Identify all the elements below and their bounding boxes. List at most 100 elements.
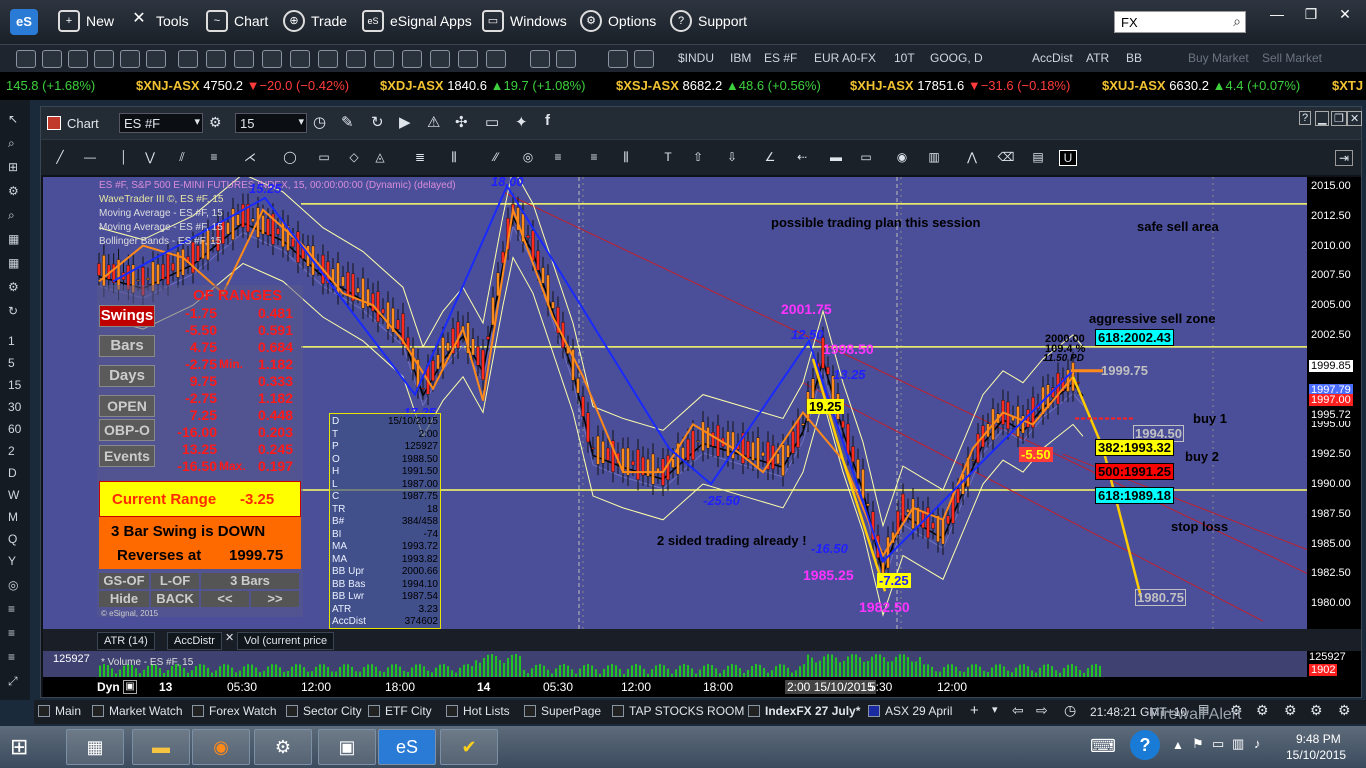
- price-axis[interactable]: 2015.00 2012.50 2010.00 2007.50 2005.00 2002.…: [1307, 177, 1361, 629]
- zigzag-icon[interactable]: ⋀: [963, 150, 981, 166]
- toolbar-button[interactable]: [290, 50, 310, 68]
- arrow-up-icon[interactable]: ⇧: [689, 150, 707, 166]
- window-close-button[interactable]: ✕: [1330, 6, 1360, 24]
- page-tab[interactable]: TAP STOCKS ROOM: [612, 704, 744, 718]
- interval-15[interactable]: 15: [8, 378, 21, 392]
- tray-icon[interactable]: ⚑: [1192, 736, 1204, 752]
- prev-page-icon[interactable]: ⇦: [1012, 702, 1024, 719]
- list-icon[interactable]: ≡: [549, 150, 567, 166]
- toolbar-button[interactable]: [42, 50, 62, 68]
- minimize-icon[interactable]: ▁: [1315, 111, 1330, 126]
- collapse-icon[interactable]: ⇥: [1335, 150, 1353, 166]
- close-icon[interactable]: ✕: [225, 631, 234, 644]
- alert-icon[interactable]: ⚠: [427, 113, 440, 131]
- page-tab[interactable]: Forex Watch: [192, 704, 277, 718]
- bars-icon[interactable]: ⫼: [617, 150, 635, 166]
- taskbar-app-esignal[interactable]: eS: [378, 729, 436, 765]
- arrow-down-icon[interactable]: ⇩: [723, 150, 741, 166]
- open-button[interactable]: OPEN: [99, 395, 155, 417]
- system-date[interactable]: 15/10/2015: [1286, 748, 1346, 762]
- windows-start-icon[interactable]: ⊞: [10, 734, 28, 760]
- help-icon[interactable]: ?: [1299, 111, 1312, 125]
- parallel-icon[interactable]: ⁄⁄: [487, 150, 505, 166]
- target-icon[interactable]: ◎: [8, 578, 18, 592]
- swings-button[interactable]: Swings: [99, 305, 155, 327]
- taskbar-app-control-panel[interactable]: ▦: [66, 729, 124, 765]
- taskbar-app-norton[interactable]: ✔: [440, 729, 498, 765]
- window-minimize-button[interactable]: —: [1262, 6, 1292, 24]
- zoom-icon[interactable]: ⌕: [8, 208, 15, 223]
- next-page-icon[interactable]: ⇨: [1036, 702, 1048, 719]
- symbol-indu[interactable]: $INDU: [678, 51, 714, 65]
- angle-icon[interactable]: ∠: [761, 150, 779, 166]
- mob-icon[interactable]: ▭: [857, 150, 875, 166]
- bars-button[interactable]: Bars: [99, 335, 155, 357]
- toolbar-button[interactable]: [374, 50, 394, 68]
- menu-icon[interactable]: ≡: [8, 650, 15, 664]
- toolbar-button[interactable]: [430, 50, 450, 68]
- symbol-eur[interactable]: EUR A0-FX: [814, 51, 876, 65]
- toolbar-button[interactable]: [346, 50, 366, 68]
- interval-y[interactable]: Y: [8, 554, 16, 568]
- chat-icon[interactable]: ▤: [1029, 150, 1047, 166]
- menu-options[interactable]: ⚙ Options: [580, 10, 656, 32]
- page-tab[interactable]: Hot Lists: [446, 704, 510, 718]
- ticker-item[interactable]: $XNJ-ASX 4750.2 ▼−20.0 (−0.42%): [136, 78, 349, 93]
- search-box[interactable]: FX ⌕: [1114, 11, 1246, 33]
- triangle-icon[interactable]: ◇: [345, 150, 363, 166]
- twitter-icon[interactable]: ✦: [515, 113, 528, 131]
- text-icon[interactable]: T: [659, 150, 677, 166]
- toolbar-button[interactable]: [16, 50, 36, 68]
- tools-icon[interactable]: ✣: [455, 113, 468, 131]
- study-bb[interactable]: BB: [1126, 51, 1142, 65]
- symbol-10t[interactable]: 10T: [894, 51, 915, 65]
- ticker-item[interactable]: 145.8 (+1.68%): [6, 78, 95, 93]
- menu-esignal-apps[interactable]: eS eSignal Apps: [362, 10, 472, 32]
- menu-icon[interactable]: ≡: [8, 602, 15, 616]
- events-button[interactable]: Events: [99, 445, 155, 467]
- taskbar-app-settings[interactable]: ⚙: [254, 729, 312, 765]
- symbol-es[interactable]: ES #F: [764, 51, 797, 65]
- toolbar-button[interactable]: [262, 50, 282, 68]
- study-accdist[interactable]: AccDist: [1032, 51, 1073, 65]
- ticker-item[interactable]: $XUJ-ASX 6630.2 ▲4.4 (+0.07%): [1102, 78, 1300, 93]
- symbol-select[interactable]: ES #F ▾: [119, 113, 203, 133]
- play-icon[interactable]: ▶: [399, 113, 411, 131]
- dyn-label[interactable]: Dyn: [97, 680, 120, 694]
- menu-tools[interactable]: ✕ Tools: [128, 10, 188, 32]
- study-atr[interactable]: ATR: [1086, 51, 1109, 65]
- l-of-button[interactable]: L-OF: [151, 573, 199, 589]
- taskbar-app-firefox[interactable]: ◉: [192, 729, 250, 765]
- hide-button[interactable]: Hide: [99, 591, 149, 607]
- page-tab[interactable]: SuperPage: [524, 704, 601, 718]
- add-page-icon[interactable]: +: [970, 702, 979, 719]
- dyn-icon[interactable]: ▣: [123, 680, 137, 694]
- keyboard-icon[interactable]: ⌨: [1090, 736, 1116, 757]
- page-tab[interactable]: Sector City: [286, 704, 362, 718]
- interval-d[interactable]: D: [8, 466, 17, 480]
- page-tab[interactable]: Market Watch: [92, 704, 183, 718]
- restore-icon[interactable]: ❐: [1331, 111, 1347, 126]
- symbol-goog[interactable]: GOOG, D: [930, 51, 983, 65]
- toolbar-button[interactable]: [556, 50, 576, 68]
- cursor-icon[interactable]: ↖: [8, 112, 18, 126]
- tab-atr[interactable]: ATR (14): [97, 632, 155, 650]
- toolbar-button[interactable]: [486, 50, 506, 68]
- menu-chart[interactable]: ~ Chart: [206, 10, 268, 32]
- prev-button[interactable]: <<: [201, 591, 249, 607]
- pti-icon[interactable]: ▥: [925, 150, 943, 166]
- toolbar-button[interactable]: [206, 50, 226, 68]
- refresh-icon[interactable]: ↻: [8, 304, 18, 318]
- settings-icon[interactable]: ⚙: [8, 280, 19, 294]
- esignal-logo[interactable]: eS: [10, 9, 38, 35]
- ticker-item[interactable]: $XTJ: [1332, 78, 1363, 93]
- help-icon[interactable]: ?: [1130, 730, 1160, 760]
- tray-icon[interactable]: ▭: [1212, 736, 1224, 752]
- interval-q[interactable]: Q: [8, 532, 17, 546]
- target-icon[interactable]: ◎: [519, 150, 537, 166]
- search-icon[interactable]: ⌕: [1233, 13, 1241, 30]
- taskbar-app-explorer[interactable]: ▬: [132, 729, 190, 765]
- arrow-icon[interactable]: ⇠: [793, 150, 811, 166]
- interval-select[interactable]: 15 ▾: [235, 113, 307, 133]
- firewall-alert[interactable]: Firewall Alert: [1150, 706, 1242, 724]
